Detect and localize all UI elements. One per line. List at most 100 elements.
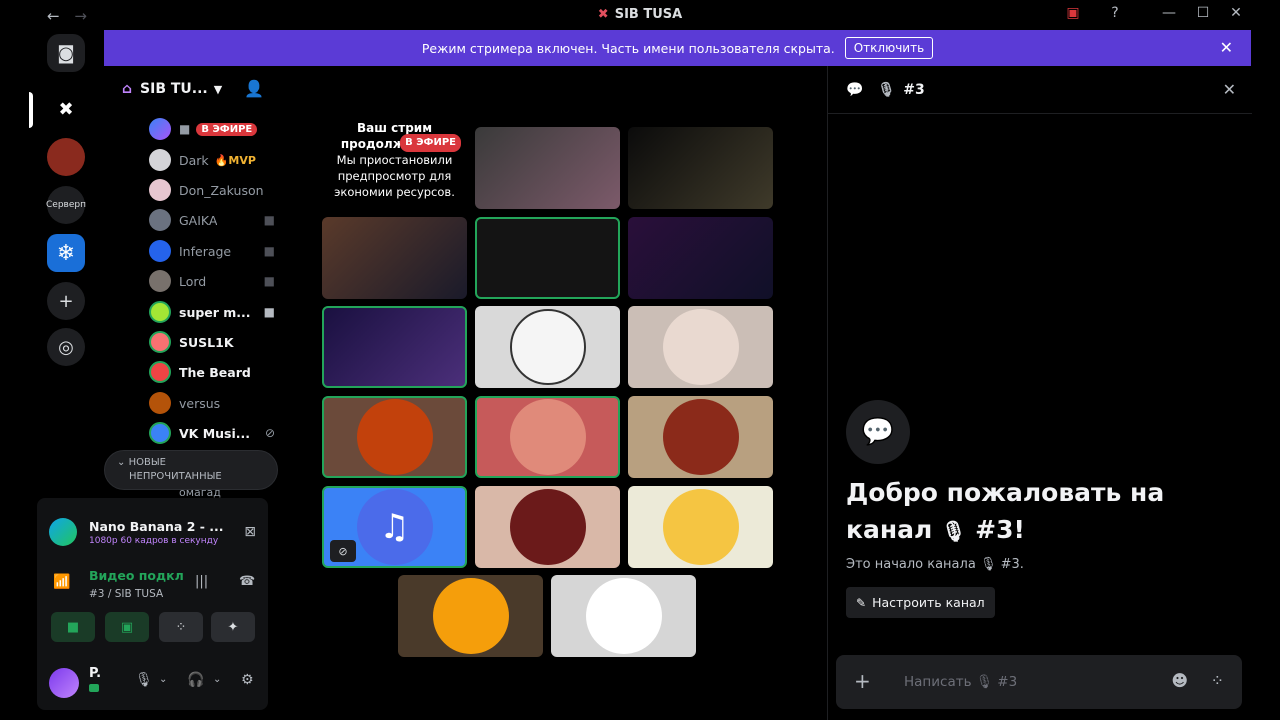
member-name: SUSL1K xyxy=(179,334,234,350)
stop-stream-icon[interactable]: ⊠ xyxy=(244,524,256,540)
help-icon[interactable]: ? xyxy=(1104,5,1126,25)
camera-icon: ■ xyxy=(179,122,191,136)
window-title-text: SIB TUSA xyxy=(614,7,683,22)
member-item[interactable]: SUSL1K xyxy=(149,329,275,355)
music-note-icon: ♫ xyxy=(356,489,433,565)
video-tile[interactable] xyxy=(475,127,620,209)
avatar-tile[interactable] xyxy=(628,306,773,388)
chat-bubble-icon: 💬 xyxy=(846,81,864,98)
avatar xyxy=(149,118,171,140)
avatar-tile-speaking[interactable] xyxy=(322,396,467,478)
avatar-tile[interactable] xyxy=(551,575,696,657)
stream-icon[interactable]: ▣ xyxy=(1062,5,1084,25)
avatar-tile-speaking[interactable]: ♫ ⊘ xyxy=(322,486,467,568)
apps-icon[interactable]: ⁘ xyxy=(1211,671,1224,690)
activity-card[interactable]: Nano Banana 2 - ... 1080p 60 кадров в се… xyxy=(49,510,256,554)
microphone-icon[interactable]: 🎙 xyxy=(135,672,153,688)
member-item[interactable]: The Beard xyxy=(149,359,275,385)
avatar xyxy=(585,578,662,654)
member-item[interactable]: super m... ■ xyxy=(149,299,275,325)
disconnect-icon[interactable]: ☎ xyxy=(239,574,255,589)
member-name: VK Musi... xyxy=(179,425,251,441)
voice-channel[interactable]: #3 / SIB TUSA xyxy=(89,588,163,600)
avatar xyxy=(356,399,433,475)
avatar-tile[interactable] xyxy=(398,575,543,657)
browser-icon xyxy=(49,518,77,546)
message-input[interactable]: Написать 🎙 #3 xyxy=(904,674,1017,690)
member-name: Dark xyxy=(179,152,209,168)
video-tile-speaking[interactable] xyxy=(475,217,620,299)
pencil-icon: ✎ xyxy=(856,595,867,610)
member-item[interactable]: Don_Zakuson xyxy=(149,177,275,203)
avatar-tile-speaking[interactable] xyxy=(475,396,620,478)
voice-channel-icon: 🎙 xyxy=(877,81,896,98)
welcome-channel: #3! xyxy=(975,515,1025,544)
server-red-icon[interactable] xyxy=(47,138,85,176)
explore-servers-icon[interactable]: ◎ xyxy=(47,328,85,366)
member-item[interactable]: Inferage ■ xyxy=(149,238,275,264)
stream-off-icon: ⊘ xyxy=(330,540,356,562)
chevron-down-icon[interactable]: ⌄ xyxy=(159,674,167,685)
voice-status[interactable]: Видео подключено xyxy=(89,568,183,583)
avatar xyxy=(662,309,739,385)
invite-user-icon[interactable]: 👤 xyxy=(244,79,264,98)
close-banner-icon[interactable]: ✕ xyxy=(1220,38,1233,57)
voice-user-panel: Nano Banana 2 - ... 1080p 60 кадров в се… xyxy=(37,498,268,710)
member-item[interactable]: ■ В ЭФИРЕ xyxy=(149,116,275,142)
video-tile[interactable] xyxy=(322,217,467,299)
video-tile-speaking[interactable] xyxy=(322,306,467,388)
server-snowflake-icon[interactable]: ❄ xyxy=(47,234,85,272)
avatar xyxy=(149,392,171,414)
avatar-tile[interactable] xyxy=(475,486,620,568)
unread-label-2: НЕПРОЧИТАННЫЕ xyxy=(129,471,222,482)
member-item[interactable]: versus xyxy=(149,390,275,416)
disable-streamer-button[interactable]: Отключить xyxy=(844,37,934,59)
avatar xyxy=(149,331,171,353)
discord-home-icon[interactable]: ◙ xyxy=(47,34,85,72)
close-chat-icon[interactable]: ✕ xyxy=(1223,80,1236,99)
avatar[interactable] xyxy=(49,668,79,698)
screen-share-button[interactable]: ▣ xyxy=(105,612,149,642)
avatar xyxy=(432,578,509,654)
live-badge: В ЭФИРЕ xyxy=(400,134,461,152)
member-name: Lord xyxy=(179,273,207,289)
avatar-tile[interactable] xyxy=(475,306,620,388)
avatar xyxy=(509,489,586,565)
close-window-button[interactable]: ✕ xyxy=(1225,5,1247,25)
activity-title: Nano Banana 2 - ... xyxy=(89,518,224,534)
avatar xyxy=(662,399,739,475)
unread-label-1: НОВЫЕ xyxy=(128,457,166,468)
video-tile[interactable] xyxy=(628,217,773,299)
headphones-icon[interactable]: 🎧 xyxy=(187,672,204,688)
avatar-tile[interactable] xyxy=(628,396,773,478)
soundboard-button[interactable]: ✦ xyxy=(211,612,255,642)
guild-header[interactable]: ⌂ SIB TU... ▼ 👤 xyxy=(104,66,278,112)
configure-label: Настроить канал xyxy=(872,595,985,610)
placeholder-prefix: Написать xyxy=(904,674,972,690)
mvp-badge: 🔥MVP xyxy=(214,153,256,167)
voice-channel-icon: 🎙 xyxy=(975,674,993,690)
emoji-icon[interactable]: ☻ xyxy=(1171,671,1188,690)
new-unread-pill[interactable]: ⌄ НОВЫЕ НЕПРОЧИТАННЫЕ xyxy=(104,450,278,490)
member-item[interactable]: Dark 🔥MVP xyxy=(149,147,275,173)
camera-button[interactable]: ■ xyxy=(51,612,95,642)
settings-gear-icon[interactable]: ⚙ xyxy=(241,672,254,688)
maximize-button[interactable]: ☐ xyxy=(1192,5,1214,25)
add-attachment-icon[interactable]: + xyxy=(854,669,871,693)
chevron-down-icon[interactable]: ⌄ xyxy=(213,674,221,685)
avatar xyxy=(149,149,171,171)
member-item[interactable]: VK Musi... ⊘ xyxy=(149,420,275,446)
configure-channel-button[interactable]: ✎ Настроить канал xyxy=(846,587,995,618)
user-name[interactable]: P. xyxy=(89,666,101,681)
member-item[interactable]: GAIKA ■ xyxy=(149,207,275,233)
message-composer[interactable]: + Написать 🎙 #3 ☻ ⁘ xyxy=(836,655,1242,709)
video-tile[interactable] xyxy=(628,127,773,209)
noise-suppression-icon[interactable]: ||| xyxy=(195,574,208,589)
add-server-icon[interactable]: + xyxy=(47,282,85,320)
server-text-icon[interactable]: Серверп xyxy=(46,186,86,224)
activities-button[interactable]: ⁘ xyxy=(159,612,203,642)
server-sib-tusa-icon[interactable]: ✖ xyxy=(47,90,85,128)
avatar-tile[interactable] xyxy=(628,486,773,568)
minimize-button[interactable]: — xyxy=(1158,5,1180,25)
member-item[interactable]: Lord ■ xyxy=(149,268,275,294)
